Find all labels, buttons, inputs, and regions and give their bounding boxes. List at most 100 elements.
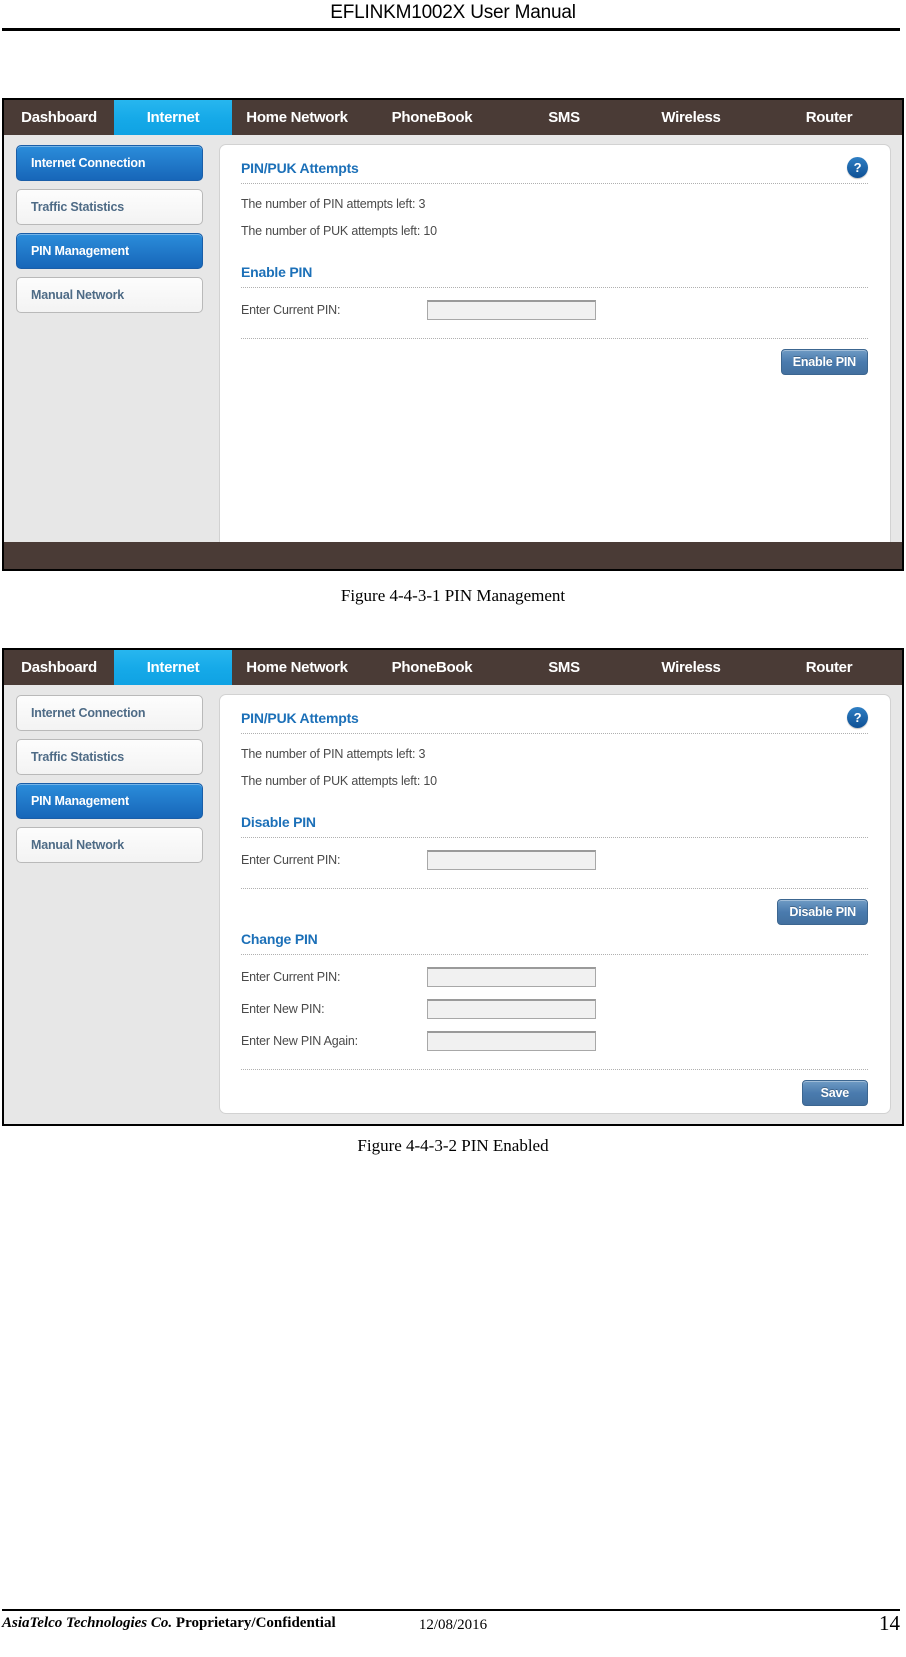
sidebar-item-manual-network[interactable]: Manual Network — [16, 277, 203, 313]
sidebar-item-label: Internet Connection — [31, 706, 146, 720]
disable-pin-button[interactable]: Disable PIN — [777, 899, 868, 925]
help-icon[interactable]: ? — [847, 157, 868, 178]
pin-attempts-left-text: The number of PIN attempts left: 3 — [241, 747, 426, 761]
content-panel: PIN/PUK Attempts ? The number of PIN att… — [219, 694, 891, 1114]
confirm-pin-input[interactable] — [427, 1031, 596, 1051]
change-current-pin-input[interactable] — [427, 967, 596, 987]
enable-pin-button[interactable]: Enable PIN — [780, 349, 868, 375]
save-button-row: Save — [241, 1080, 868, 1106]
top-navigation-bar: Dashboard Internet Home Network PhoneBoo… — [4, 100, 902, 135]
nav-tab-label: Internet — [146, 659, 200, 676]
nav-tab-label: Dashboard — [21, 109, 97, 126]
sidebar-item-pin-management[interactable]: PIN Management — [16, 233, 203, 269]
nav-tab-wireless[interactable]: Wireless — [626, 650, 756, 685]
nav-tab-wireless[interactable]: Wireless — [626, 100, 756, 135]
nav-tab-internet[interactable]: Internet — [114, 650, 232, 685]
nav-tab-label: Dashboard — [21, 659, 97, 676]
nav-tab-router[interactable]: Router — [756, 650, 902, 685]
sidebar: Internet Connection Traffic Statistics P… — [4, 685, 215, 1124]
nav-tab-dashboard[interactable]: Dashboard — [4, 650, 114, 685]
nav-tab-label: SMS — [548, 109, 580, 126]
sidebar-item-label: Manual Network — [31, 838, 125, 852]
nav-tab-internet[interactable]: Internet — [114, 100, 232, 135]
section-title: PIN/PUK Attempts — [241, 710, 359, 726]
sidebar-item-traffic-statistics[interactable]: Traffic Statistics — [16, 189, 203, 225]
page-header: EFLINKM1002X User Manual — [0, 0, 906, 32]
nav-tab-sms[interactable]: SMS — [502, 100, 626, 135]
section-divider — [241, 287, 868, 288]
disable-current-pin-input[interactable] — [427, 850, 596, 870]
sidebar: Internet Connection Traffic Statistics P… — [4, 135, 215, 569]
section-title: PIN/PUK Attempts — [241, 160, 359, 176]
sidebar-item-internet-connection[interactable]: Internet Connection — [16, 145, 203, 181]
screenshot-body: Internet Connection Traffic Statistics P… — [4, 135, 902, 569]
section-divider — [241, 338, 868, 339]
section-header-disable-pin: Disable PIN — [241, 814, 868, 837]
footer-page-number: 14 — [879, 1611, 900, 1635]
footer-date: 12/08/2016 — [418, 1617, 488, 1633]
nav-tab-label: Internet — [146, 109, 200, 126]
change-current-pin-label: Enter Current PIN: — [241, 970, 341, 984]
page-footer: AsiaTelco Technologies Co. Proprietary/C… — [0, 1609, 906, 1643]
figure-caption-2: Figure 4-4-3-2 PIN Enabled — [357, 1136, 549, 1155]
screenshot-body: Internet Connection Traffic Statistics P… — [4, 685, 902, 1124]
sidebar-item-traffic-statistics[interactable]: Traffic Statistics — [16, 739, 203, 775]
sidebar-item-label: Traffic Statistics — [31, 200, 124, 214]
current-pin-input[interactable] — [427, 300, 596, 320]
sidebar-item-label: Internet Connection — [31, 156, 146, 170]
section-header-enable-pin: Enable PIN — [241, 264, 868, 287]
content-area: PIN/PUK Attempts ? The number of PIN att… — [215, 685, 902, 1124]
field-row-confirm-pin: Enter New PIN Again: — [241, 1031, 868, 1051]
nav-tab-phonebook[interactable]: PhoneBook — [362, 100, 502, 135]
screenshot-pin-enabled: Dashboard Internet Home Network PhoneBoo… — [2, 648, 904, 1126]
section-title: Disable PIN — [241, 814, 316, 830]
nav-tab-phonebook[interactable]: PhoneBook — [362, 650, 502, 685]
current-pin-label: Enter Current PIN: — [241, 853, 341, 867]
puk-attempts-left-text: The number of PUK attempts left: 10 — [241, 774, 437, 788]
new-pin-label: Enter New PIN: — [241, 1002, 325, 1016]
sidebar-item-manual-network[interactable]: Manual Network — [16, 827, 203, 863]
nav-tab-router[interactable]: Router — [756, 100, 902, 135]
nav-tab-home-network[interactable]: Home Network — [232, 100, 362, 135]
nav-tab-label: Wireless — [661, 109, 721, 126]
sidebar-item-label: PIN Management — [31, 794, 129, 808]
pin-attempts-left-text: The number of PIN attempts left: 3 — [241, 197, 426, 211]
sidebar-item-internet-connection[interactable]: Internet Connection — [16, 695, 203, 731]
nav-tab-label: Router — [805, 659, 853, 676]
sidebar-item-label: Manual Network — [31, 288, 125, 302]
disable-pin-button-row: Disable PIN — [241, 899, 868, 925]
content-area: PIN/PUK Attempts ? The number of PIN att… — [215, 135, 902, 569]
section-title: Enable PIN — [241, 264, 313, 280]
sidebar-item-pin-management[interactable]: PIN Management — [16, 783, 203, 819]
page-title: EFLINKM1002X User Manual — [330, 2, 576, 23]
enable-pin-button-row: Enable PIN — [241, 349, 868, 375]
sidebar-item-label: PIN Management — [31, 244, 129, 258]
section-header-change-pin: Change PIN — [241, 931, 868, 954]
section-header-pin-puk-attempts: PIN/PUK Attempts ? — [241, 157, 868, 183]
help-icon[interactable]: ? — [847, 707, 868, 728]
nav-tab-home-network[interactable]: Home Network — [232, 650, 362, 685]
section-title: Change PIN — [241, 931, 318, 947]
nav-tab-label: Home Network — [246, 659, 348, 676]
section-divider — [241, 183, 868, 184]
figure-caption-1: Figure 4-4-3-1 PIN Management — [340, 586, 566, 605]
section-divider — [241, 837, 868, 838]
nav-tab-label: SMS — [548, 659, 580, 676]
nav-tab-label: Home Network — [246, 109, 348, 126]
nav-tab-label: Router — [805, 109, 853, 126]
field-row-new-pin: Enter New PIN: — [241, 999, 868, 1019]
current-pin-label: Enter Current PIN: — [241, 303, 341, 317]
nav-tab-sms[interactable]: SMS — [502, 650, 626, 685]
top-navigation-bar: Dashboard Internet Home Network PhoneBoo… — [4, 650, 902, 685]
nav-tab-label: PhoneBook — [391, 109, 473, 126]
nav-tab-dashboard[interactable]: Dashboard — [4, 100, 114, 135]
section-header-pin-puk-attempts: PIN/PUK Attempts ? — [241, 707, 868, 733]
section-divider — [241, 888, 868, 889]
field-row-disable-current-pin: Enter Current PIN: — [241, 850, 868, 870]
new-pin-input[interactable] — [427, 999, 596, 1019]
sidebar-item-label: Traffic Statistics — [31, 750, 124, 764]
save-button[interactable]: Save — [801, 1080, 868, 1106]
